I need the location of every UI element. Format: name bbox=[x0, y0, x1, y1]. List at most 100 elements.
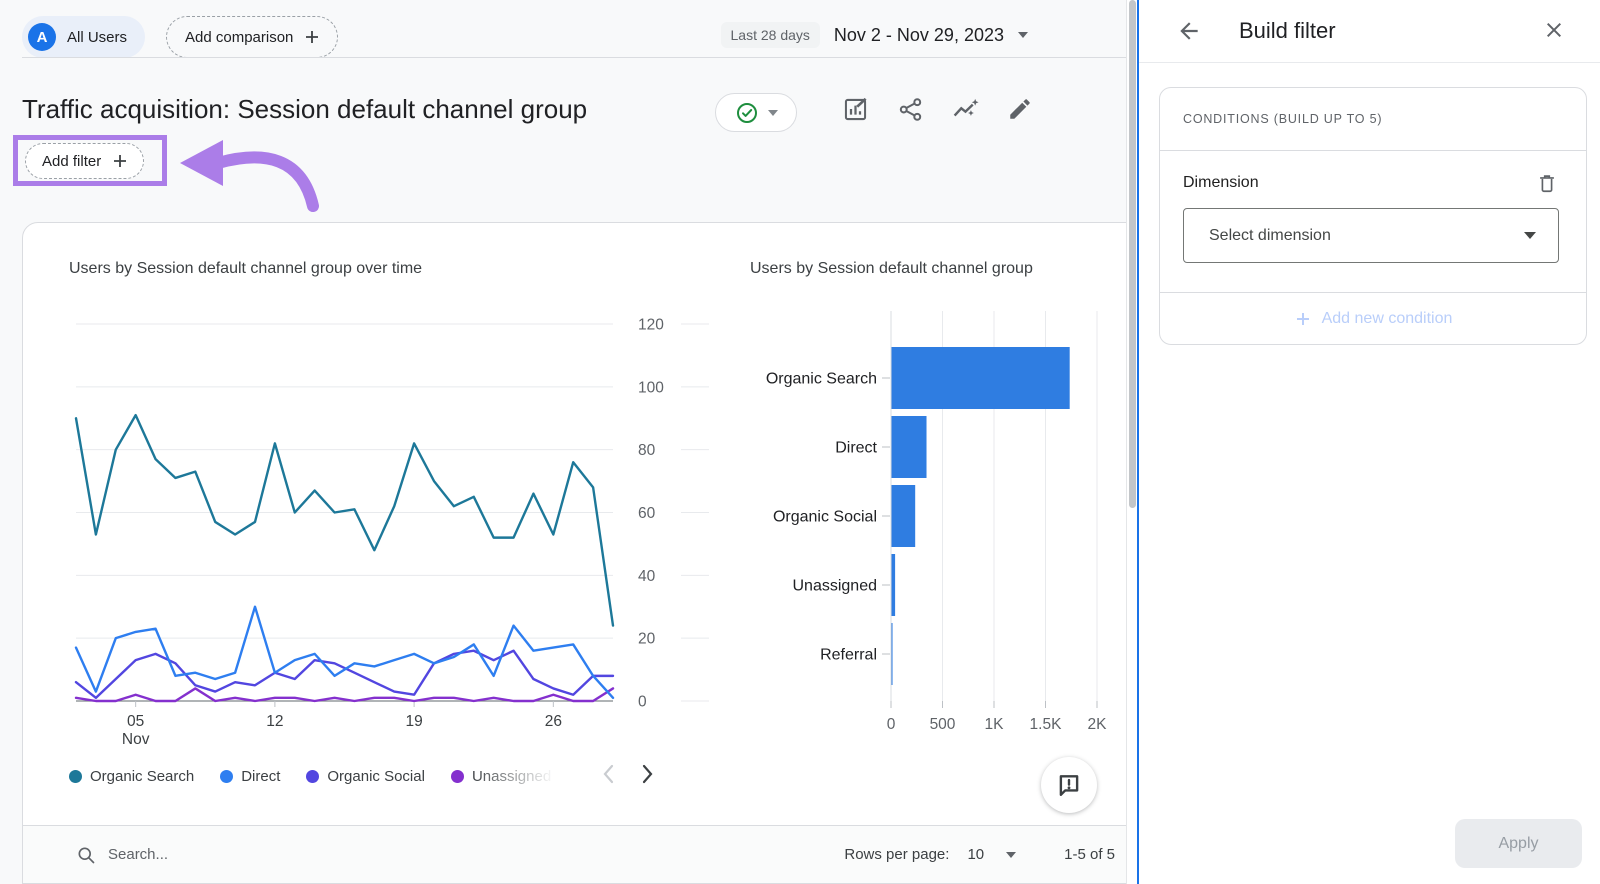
bar-direct bbox=[892, 416, 927, 478]
svg-text:Unassigned: Unassigned bbox=[793, 578, 878, 595]
conditions-header: CONDITIONS (BUILD UP TO 5) bbox=[1160, 88, 1586, 151]
chevron-down-icon bbox=[1524, 232, 1536, 239]
table-search bbox=[76, 845, 408, 865]
rows-per-page-select[interactable]: 10 bbox=[967, 846, 1016, 863]
customize-report-icon[interactable] bbox=[840, 94, 870, 124]
svg-text:2K: 2K bbox=[1088, 716, 1108, 733]
line-series-organic-search bbox=[76, 415, 613, 625]
line-series-direct bbox=[76, 607, 613, 698]
add-filter-label: Add filter bbox=[42, 153, 101, 170]
pagination-controls: Rows per page: 10 1-5 of 5 bbox=[844, 846, 1115, 863]
svg-text:20: 20 bbox=[638, 631, 656, 648]
svg-text:0: 0 bbox=[887, 716, 896, 733]
svg-text:05: 05 bbox=[127, 713, 144, 730]
svg-text:Nov: Nov bbox=[122, 731, 150, 748]
pagination-range: 1-5 of 5 bbox=[1064, 846, 1115, 863]
plus-icon bbox=[111, 152, 129, 170]
bar-organic-search bbox=[892, 347, 1070, 409]
rows-per-page-value: 10 bbox=[967, 846, 984, 863]
legend-prev-icon[interactable] bbox=[595, 757, 621, 791]
svg-text:Organic Search: Organic Search bbox=[766, 371, 877, 388]
legend-pagination bbox=[595, 757, 661, 791]
add-comparison-button[interactable]: Add comparison bbox=[166, 16, 338, 58]
feedback-button[interactable] bbox=[1041, 757, 1097, 813]
rows-per-page-label: Rows per page: bbox=[844, 846, 949, 863]
date-range-picker[interactable]: Last 28 days Nov 2 - Nov 29, 2023 bbox=[721, 22, 1029, 48]
svg-text:60: 60 bbox=[638, 505, 656, 522]
bar-organic-social bbox=[892, 485, 916, 547]
main-scrollbar bbox=[1126, 0, 1137, 884]
delete-condition-icon[interactable] bbox=[1535, 171, 1559, 195]
date-preset-badge: Last 28 days bbox=[721, 22, 820, 48]
svg-text:40: 40 bbox=[638, 568, 656, 585]
plus-icon bbox=[303, 28, 321, 46]
svg-text:26: 26 bbox=[545, 713, 562, 730]
line-series-unassigned bbox=[76, 688, 613, 701]
line-chart-title: Users by Session default channel group o… bbox=[69, 260, 422, 278]
annotation-arrow bbox=[170, 128, 330, 220]
svg-text:Direct: Direct bbox=[835, 440, 877, 457]
legend-dot bbox=[306, 770, 319, 783]
share-icon[interactable] bbox=[895, 94, 925, 124]
add-new-condition-label: Add new condition bbox=[1322, 310, 1453, 328]
ga4-report-page: A All Users Add comparison Last 28 days … bbox=[0, 0, 1600, 884]
back-arrow-icon[interactable] bbox=[1175, 17, 1203, 45]
table-footer: Rows per page: 10 1-5 of 5 bbox=[23, 825, 1126, 883]
legend-item-unassigned: Unassigned bbox=[451, 768, 551, 785]
main-report-area: A All Users Add comparison Last 28 days … bbox=[0, 0, 1126, 884]
report-card: Users by Session default channel group o… bbox=[22, 222, 1126, 884]
chevron-down-icon bbox=[768, 110, 778, 116]
build-filter-panel: Build filter CONDITIONS (BUILD UP TO 5) … bbox=[1137, 0, 1600, 884]
chevron-down-icon bbox=[1018, 32, 1028, 38]
panel-title: Build filter bbox=[1239, 18, 1336, 44]
close-icon[interactable] bbox=[1541, 17, 1567, 43]
add-new-condition-button[interactable]: Add new condition bbox=[1160, 293, 1586, 344]
legend-item-organic-social: Organic Social bbox=[306, 768, 425, 785]
bar-chart: 0 500 1K 1.5K 2K Organic Search Direct Organic … bbox=[741, 301, 1126, 761]
legend-next-icon[interactable] bbox=[635, 757, 661, 791]
legend-dot bbox=[451, 770, 464, 783]
legend-item-organic-search: Organic Search bbox=[69, 768, 194, 785]
svg-text:500: 500 bbox=[930, 716, 956, 733]
chart-legend: Organic Search Direct Organic Social Unassi… bbox=[69, 762, 581, 790]
svg-text:Organic Social: Organic Social bbox=[773, 509, 877, 526]
avatar: A bbox=[28, 23, 56, 51]
edit-pencil-icon[interactable] bbox=[1005, 94, 1035, 124]
plus-icon bbox=[1294, 310, 1312, 328]
svg-text:1K: 1K bbox=[985, 716, 1005, 733]
panel-header: Build filter bbox=[1139, 0, 1600, 62]
panel-header-divider bbox=[1139, 62, 1600, 63]
svg-text:0: 0 bbox=[638, 694, 647, 711]
svg-text:100: 100 bbox=[638, 379, 664, 396]
search-input[interactable] bbox=[108, 846, 408, 863]
line-series-organic-social bbox=[76, 651, 613, 698]
svg-text:19: 19 bbox=[405, 713, 422, 730]
legend-item-direct: Direct bbox=[220, 768, 280, 785]
line-chart: 02040608010012005Nov121926 bbox=[41, 301, 721, 761]
insights-icon[interactable] bbox=[950, 94, 980, 124]
select-dimension-dropdown[interactable]: Select dimension bbox=[1183, 208, 1559, 263]
svg-text:1.5K: 1.5K bbox=[1030, 716, 1063, 733]
scrollbar-thumb[interactable] bbox=[1129, 0, 1136, 508]
top-divider bbox=[22, 57, 1126, 58]
add-comparison-label: Add comparison bbox=[185, 29, 293, 46]
bar-unassigned bbox=[892, 554, 896, 616]
conditions-card: CONDITIONS (BUILD UP TO 5) Dimension Sel… bbox=[1159, 87, 1587, 345]
date-range-label: Nov 2 - Nov 29, 2023 bbox=[834, 25, 1004, 46]
legend-dot bbox=[69, 770, 82, 783]
select-dimension-value: Select dimension bbox=[1209, 227, 1331, 245]
svg-text:Referral: Referral bbox=[820, 647, 877, 664]
all-users-segment-chip[interactable]: A All Users bbox=[22, 16, 145, 58]
bar-chart-title: Users by Session default channel group bbox=[750, 260, 1033, 278]
condition-row: Dimension Select dimension bbox=[1160, 151, 1586, 293]
search-icon bbox=[76, 845, 96, 865]
legend-dot bbox=[220, 770, 233, 783]
page-title: Traffic acquisition: Session default cha… bbox=[22, 94, 587, 125]
data-quality-badge[interactable] bbox=[715, 93, 797, 132]
add-filter-button[interactable]: Add filter bbox=[25, 143, 144, 179]
dimension-label: Dimension bbox=[1183, 174, 1259, 192]
svg-text:12: 12 bbox=[266, 713, 283, 730]
svg-text:120: 120 bbox=[638, 317, 664, 334]
apply-button[interactable]: Apply bbox=[1455, 819, 1582, 868]
feedback-bubble-icon bbox=[1056, 772, 1082, 798]
